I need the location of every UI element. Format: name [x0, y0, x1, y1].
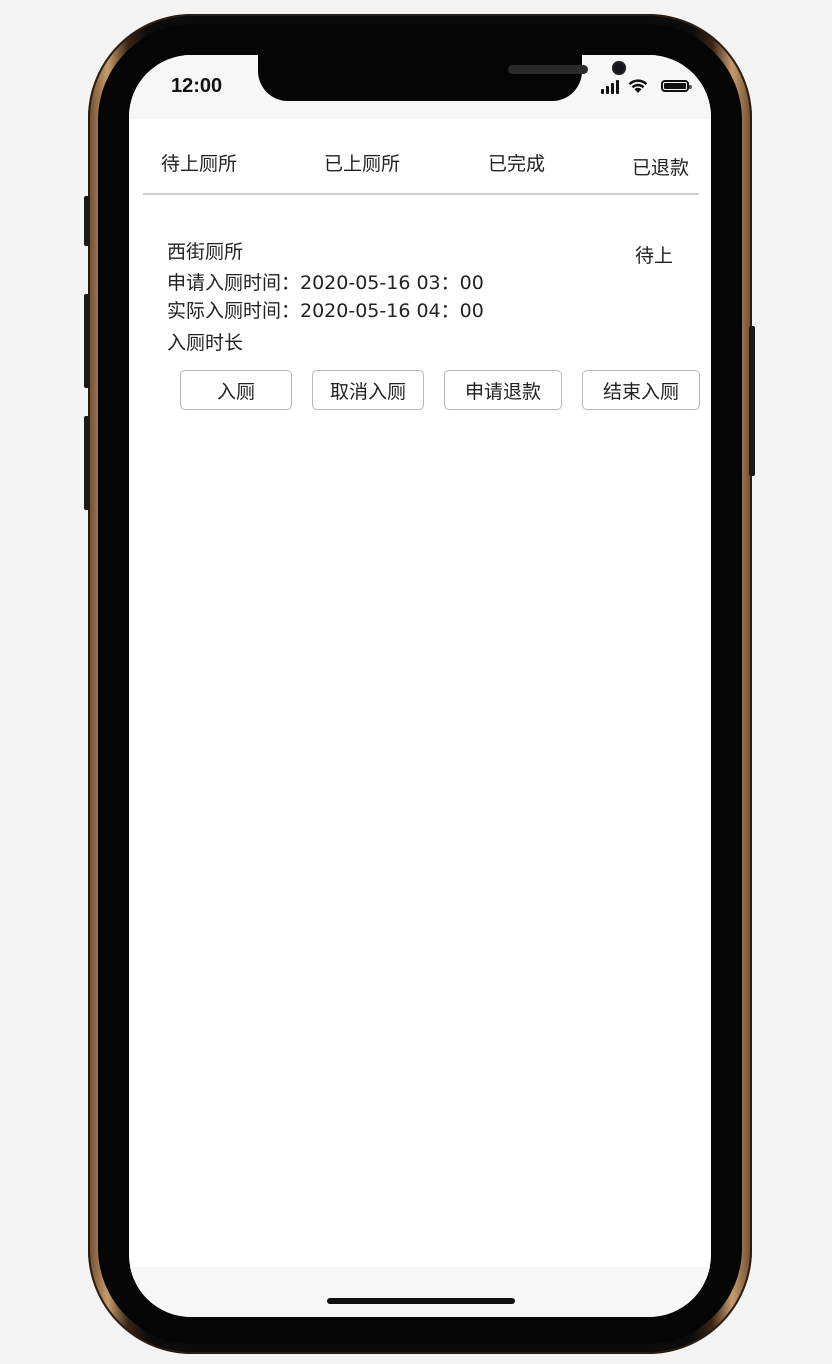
volume-up-button — [84, 294, 90, 388]
front-camera — [612, 61, 626, 75]
cancel-enter-button[interactable]: 取消入厕 — [312, 370, 424, 410]
tab-refunded[interactable]: 已退款 — [632, 153, 689, 180]
duration-label: 入厕时长 — [167, 332, 244, 354]
signal-icon — [601, 80, 619, 94]
notch — [258, 55, 626, 101]
actual-time: 实际入厕时间：2020-05-16 04：00 — [167, 300, 484, 322]
volume-down-button — [84, 416, 90, 510]
request-refund-button[interactable]: 申请退款 — [444, 370, 562, 410]
end-session-button[interactable]: 结束入厕 — [582, 370, 700, 410]
battery-icon — [661, 80, 692, 92]
tab-used[interactable]: 已上厕所 — [324, 149, 400, 176]
bottom-safe-area — [129, 1267, 711, 1317]
tab-pending[interactable]: 待上厕所 — [161, 149, 237, 176]
speaker-grille — [508, 65, 588, 74]
apply-time: 申请入厕时间：2020-05-16 03：00 — [167, 272, 484, 294]
enter-button[interactable]: 入厕 — [180, 370, 292, 410]
tab-completed[interactable]: 已完成 — [488, 149, 545, 176]
toilet-name: 西街厕所 — [167, 241, 244, 263]
status-time: 12:00 — [171, 75, 223, 97]
order-status: 待上 — [635, 245, 674, 267]
screen: 12:00 待上厕所 已上厕所 已完成 已退款 西街厕所 待上 申请入厕时间：2… — [129, 55, 711, 1317]
mute-switch — [84, 196, 90, 246]
home-indicator[interactable] — [327, 1298, 515, 1304]
order-tabs: 待上厕所 已上厕所 已完成 已退款 — [143, 119, 699, 195]
wifi-icon — [628, 79, 648, 93]
power-button — [749, 326, 755, 476]
